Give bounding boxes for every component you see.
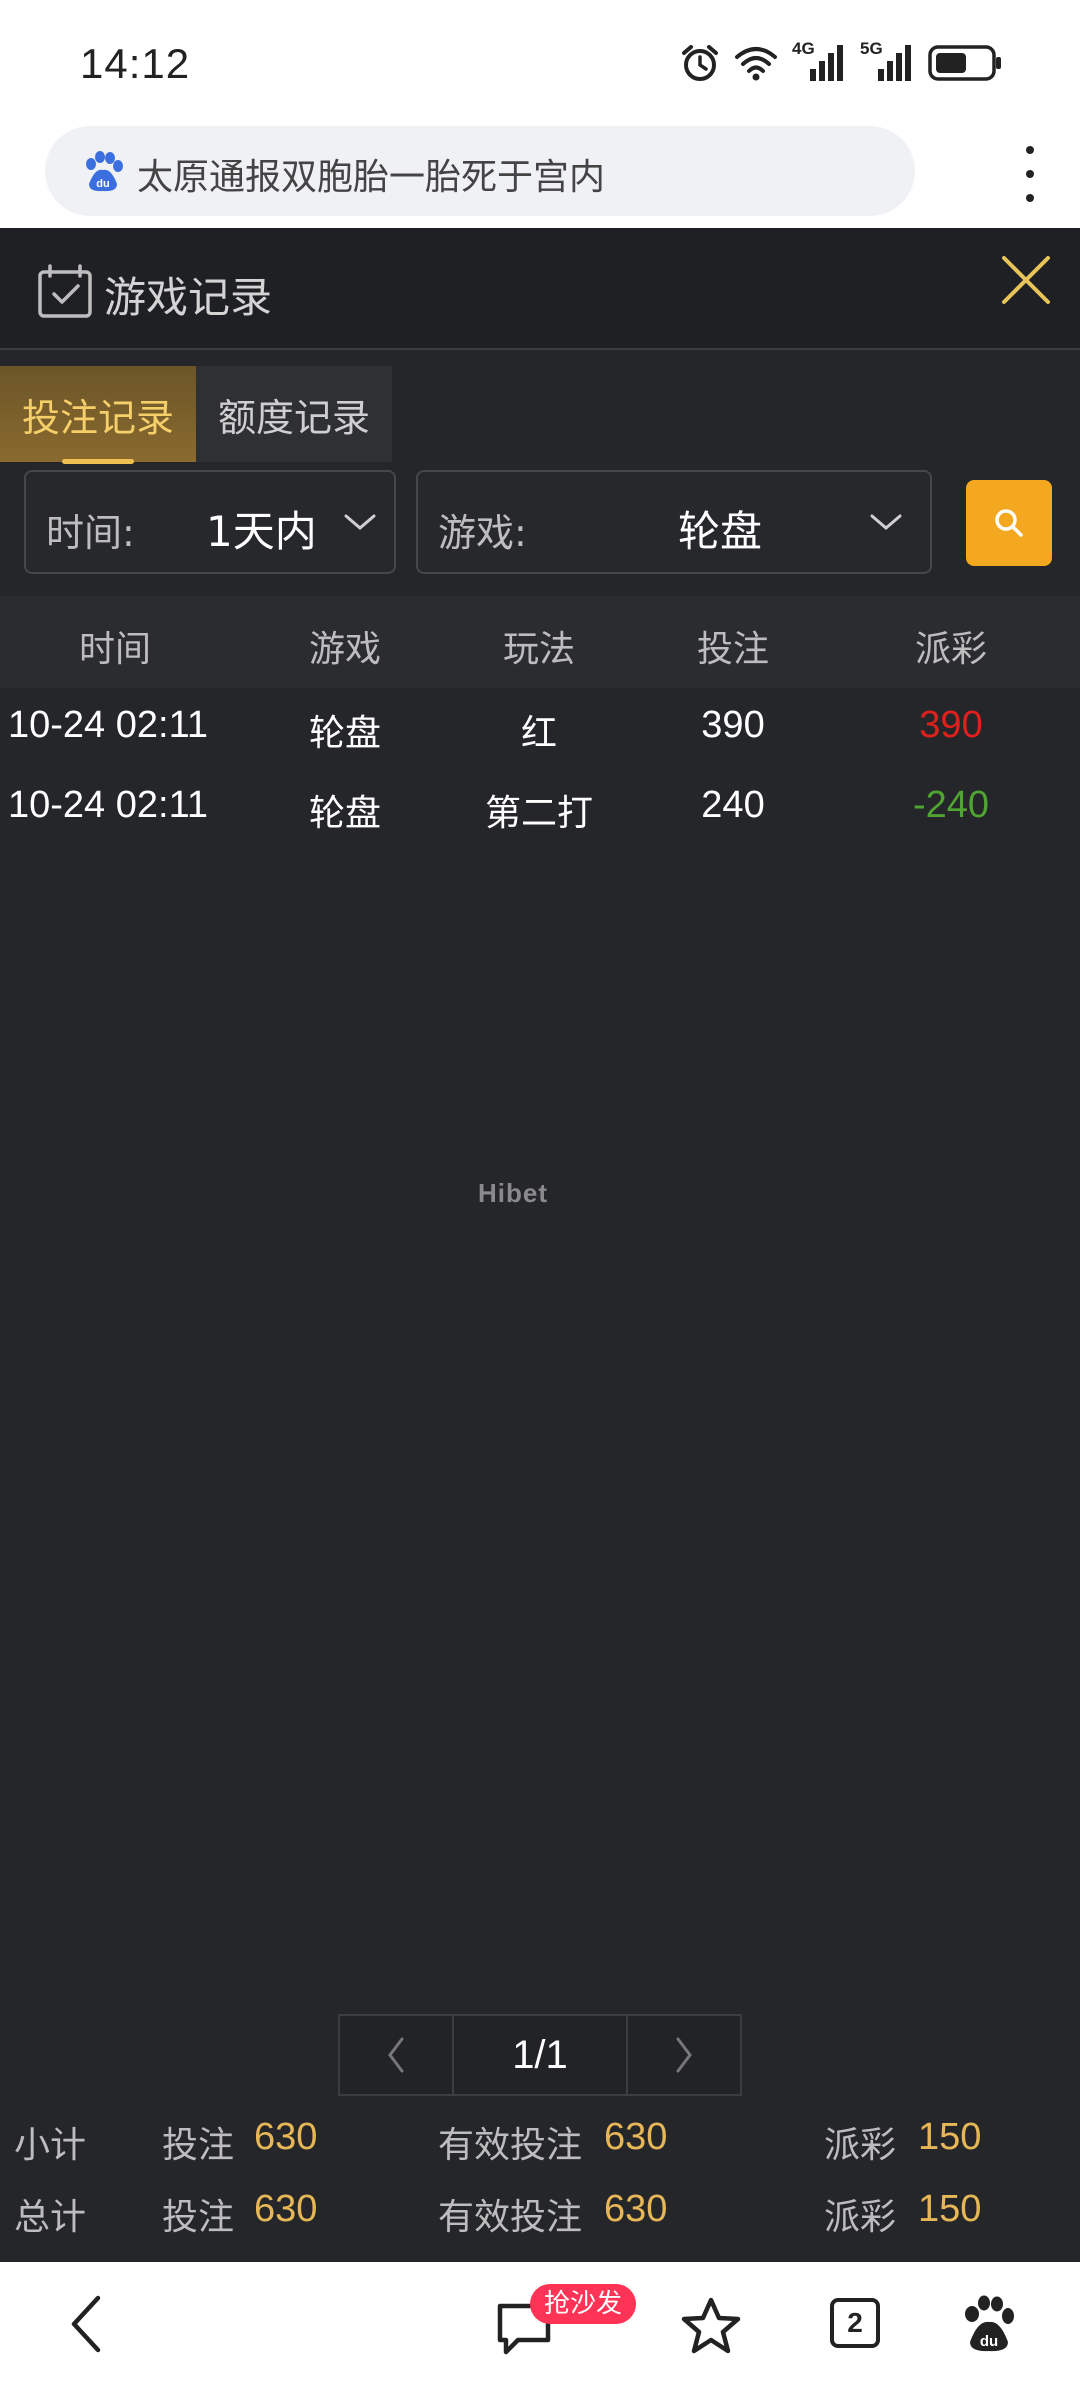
subtotal-payout-value: 150 xyxy=(918,2116,982,2158)
tab-credit-record[interactable]: 额度记录 xyxy=(196,366,392,462)
battery-icon xyxy=(928,45,1001,81)
total-label: 总计 xyxy=(14,2197,87,2238)
more-menu-icon[interactable] xyxy=(1020,146,1040,202)
subtotal-bet-label: 投注 xyxy=(162,2125,235,2166)
row-game: 轮盘 xyxy=(308,793,381,834)
table-row: 10-24 02:11 轮盘 红 390 390 xyxy=(0,688,1080,768)
search-icon xyxy=(995,509,1023,537)
time-filter-select[interactable]: 时间: 1天内 xyxy=(24,470,396,574)
status-icons: 4G 5G xyxy=(680,39,1004,86)
close-icon[interactable] xyxy=(996,250,1056,310)
subtotal-row: 小计 投注 630 有效投注 630 派彩 150 xyxy=(0,2104,1080,2174)
row-play: 第二打 xyxy=(484,793,593,834)
row-play: 红 xyxy=(520,713,557,754)
subtotal-payout-label: 派彩 xyxy=(824,2125,897,2166)
table-header: 时间 游戏 玩法 投注 派彩 xyxy=(0,596,1080,688)
tab-count-button[interactable]: 2 xyxy=(830,2298,880,2348)
chevron-right-icon xyxy=(676,2037,692,2073)
game-filter-label: 游戏: xyxy=(438,511,527,555)
tab-bet-record[interactable]: 投注记录 xyxy=(0,366,196,464)
signal-5g-icon: 5G xyxy=(860,39,914,83)
total-bet-value: 630 xyxy=(254,2188,318,2230)
header-game: 游戏 xyxy=(308,629,381,670)
total-valid-label: 有效投注 xyxy=(438,2197,583,2238)
chevron-left-icon xyxy=(388,2037,404,2073)
pagination: 1/1 xyxy=(338,2014,742,2096)
chevron-down-icon xyxy=(344,514,376,530)
signal-4g-icon: 4G xyxy=(792,39,846,83)
time-filter-value: 1天内 xyxy=(206,507,317,556)
row-payout: 390 xyxy=(919,704,983,746)
header-time: 时间 xyxy=(78,629,151,670)
browser-bottom-nav: 抢沙发 2 du xyxy=(0,2262,1080,2388)
back-arrow-icon[interactable] xyxy=(64,2292,108,2356)
time-filter-label: 时间: xyxy=(46,511,135,555)
table-row: 10-24 02:11 轮盘 第二打 240 -240 xyxy=(0,768,1080,848)
page-indicator: 1/1 xyxy=(454,2014,626,2096)
search-text: 太原通报双胞胎一胎死于宫内 xyxy=(137,157,606,198)
record-tabs: 投注记录 额度记录 xyxy=(0,366,392,464)
row-time: 10-24 02:11 xyxy=(8,704,209,746)
total-payout-label: 派彩 xyxy=(824,2197,897,2238)
panel-header: 游戏记录 xyxy=(0,228,1080,350)
row-time: 10-24 02:11 xyxy=(8,784,209,826)
header-bet: 投注 xyxy=(696,629,769,670)
next-page-button[interactable] xyxy=(626,2014,742,2096)
svg-text:du: du xyxy=(980,2333,998,2350)
row-bet: 240 xyxy=(701,784,765,826)
prev-page-button[interactable] xyxy=(338,2014,454,2096)
total-row: 总计 投注 630 有效投注 630 派彩 150 xyxy=(0,2176,1080,2246)
star-icon[interactable] xyxy=(680,2296,742,2356)
game-record-panel: 游戏记录 投注记录 额度记录 时间: 1天内 游戏: 轮盘 时间 游戏 玩法 投… xyxy=(0,228,1080,2262)
game-filter-select[interactable]: 游戏: 轮盘 xyxy=(416,470,932,574)
total-bet-label: 投注 xyxy=(162,2197,235,2238)
header-play: 玩法 xyxy=(502,629,575,670)
search-button[interactable] xyxy=(966,480,1052,566)
status-bar: 14:12 4G 5G xyxy=(0,0,1080,120)
baidu-home-icon[interactable]: du xyxy=(962,2294,1016,2354)
search-bar[interactable]: du 太原通报双胞胎一胎死于宫内 xyxy=(45,126,915,216)
status-time: 14:12 xyxy=(80,40,191,87)
browser-bar: du 太原通报双胞胎一胎死于宫内 xyxy=(0,120,1080,228)
subtotal-valid-label: 有效投注 xyxy=(438,2125,583,2166)
svg-text:du: du xyxy=(96,178,109,190)
baidu-paw-icon: du xyxy=(86,151,123,192)
subtotal-valid-value: 630 xyxy=(604,2116,668,2158)
header-payout: 派彩 xyxy=(914,629,987,670)
panel-title: 游戏记录 xyxy=(104,273,273,322)
comment-badge: 抢沙发 xyxy=(530,2284,637,2324)
row-bet: 390 xyxy=(701,704,765,746)
alarm-icon xyxy=(682,45,718,81)
game-filter-value: 轮盘 xyxy=(678,507,763,556)
total-payout-value: 150 xyxy=(918,2188,982,2230)
row-payout: -240 xyxy=(912,784,990,826)
total-valid-value: 630 xyxy=(604,2188,668,2230)
subtotal-bet-value: 630 xyxy=(254,2116,318,2158)
clipboard-check-icon xyxy=(38,264,92,318)
wifi-icon xyxy=(735,47,777,81)
row-game: 轮盘 xyxy=(308,713,381,754)
subtotal-label: 小计 xyxy=(14,2125,87,2166)
hibet-watermark: Hibet xyxy=(478,1178,548,1208)
chevron-down-icon xyxy=(870,514,902,530)
filter-row: 时间: 1天内 游戏: 轮盘 xyxy=(0,470,1080,576)
